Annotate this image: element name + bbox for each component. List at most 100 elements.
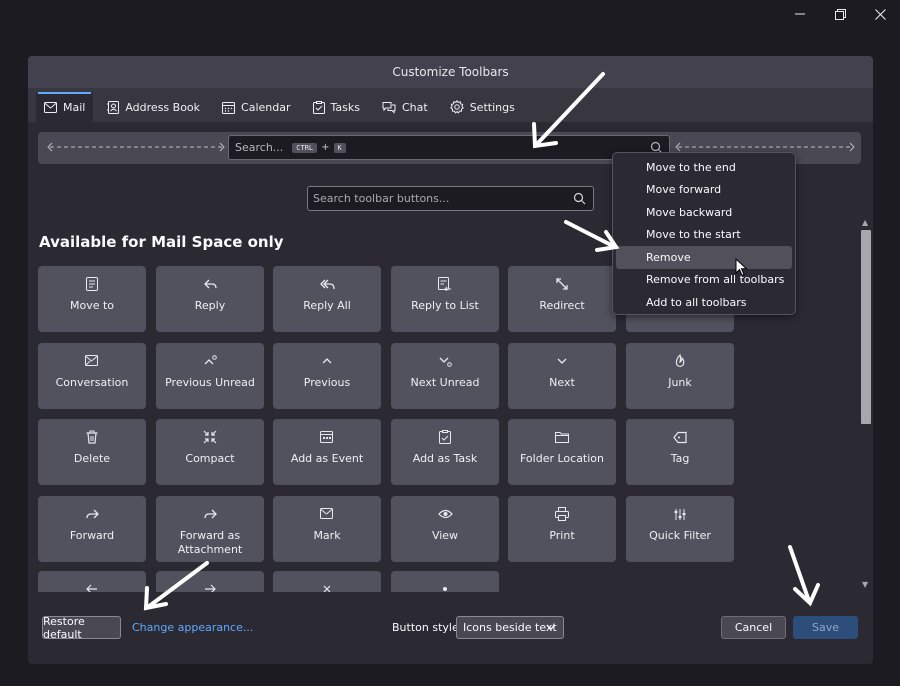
tile-label: Compact — [185, 452, 235, 465]
calendar-icon — [222, 101, 236, 114]
toolbar-button-tile[interactable] — [391, 571, 499, 592]
forward-attachment-icon — [203, 506, 217, 522]
toolbar-button-tile[interactable]: Delete — [38, 419, 146, 485]
eye-icon — [437, 506, 453, 522]
tag-icon — [673, 429, 687, 445]
toolbar-button-tile[interactable]: View — [391, 496, 499, 562]
toolbar-button-tile[interactable]: Move to — [38, 266, 146, 332]
mark-icon — [320, 506, 334, 522]
filter-placeholder: Search toolbar buttons... — [313, 192, 450, 205]
tasks-icon — [312, 100, 325, 114]
search-placeholder: Search... — [235, 141, 284, 154]
cancel-button[interactable]: Cancel — [721, 616, 786, 639]
toolbar-button-tile[interactable]: Compact — [156, 419, 264, 485]
scroll-thumb[interactable] — [861, 230, 871, 424]
change-appearance-link[interactable]: Change appearance... — [132, 621, 253, 634]
grid-scrollbar[interactable]: ▲ ▼ — [859, 218, 873, 592]
toolbar-button-tile[interactable]: Folder Location — [508, 419, 616, 485]
tab-tasks[interactable]: Tasks — [305, 92, 368, 122]
dot-icon — [442, 581, 448, 592]
tab-label: Calendar — [241, 100, 291, 114]
context-menu-item[interactable]: Remove from all toolbars — [616, 269, 792, 292]
context-menu-item[interactable]: Move forward — [616, 179, 792, 202]
window-controls — [780, 0, 900, 28]
redirect-icon — [555, 276, 569, 292]
scroll-up-icon[interactable]: ▲ — [862, 218, 868, 227]
toolbar-button-tile[interactable]: Forward as Attachment — [156, 496, 264, 562]
compact-icon — [203, 429, 217, 445]
button-style-select[interactable]: Icons beside text — [456, 616, 564, 639]
toolbar-button-tile[interactable]: Reply to List — [391, 266, 499, 332]
toolbar-button-tile[interactable]: Print — [508, 496, 616, 562]
toolbar-button-tile[interactable] — [273, 571, 381, 592]
address-book-icon — [107, 100, 120, 114]
tab-calendar[interactable]: Calendar — [214, 92, 298, 122]
tab-chat[interactable]: Chat — [374, 92, 436, 122]
toolbar-button-tile[interactable]: Previous Unread — [156, 343, 264, 409]
tab-settings[interactable]: Settings — [442, 92, 523, 122]
toolbar-button-tile[interactable] — [156, 571, 264, 592]
shortcut-key-k: K — [333, 142, 346, 153]
toolbar-buttons-search-input[interactable]: Search toolbar buttons... — [307, 186, 594, 211]
search-icon — [573, 192, 586, 205]
forward-icon — [85, 506, 99, 522]
restore-default-button[interactable]: Restore default — [42, 615, 121, 641]
chevron-up-icon — [321, 353, 333, 369]
restore-button[interactable] — [820, 0, 860, 28]
context-menu-item[interactable]: Add to all toolbars — [616, 291, 792, 314]
tile-label: Previous Unread — [165, 376, 255, 389]
tile-label: Reply to List — [411, 299, 479, 312]
previous-unread-icon — [203, 353, 217, 369]
toolbar-button-tile[interactable]: Add as Event — [273, 419, 381, 485]
gear-icon — [449, 100, 464, 114]
flexible-space-left[interactable] — [46, 140, 226, 154]
toolbar-button-tile[interactable]: Quick Filter — [626, 496, 734, 562]
tab-label: Tasks — [330, 100, 360, 114]
toolbar-button-tile[interactable]: Tag — [626, 419, 734, 485]
toolbar-button-tile[interactable]: Junk — [626, 343, 734, 409]
close-button[interactable] — [860, 0, 900, 28]
folder-icon — [555, 429, 569, 445]
reply-icon — [203, 276, 217, 292]
toolbar-button-tile[interactable]: Mark — [273, 496, 381, 562]
context-menu-item[interactable]: Move backward — [616, 201, 792, 224]
toolbar-button-tile[interactable]: Reply — [156, 266, 264, 332]
tile-label: Forward as Attachment — [177, 529, 243, 556]
tile-label: Reply — [194, 299, 226, 312]
toolbar-button-tile[interactable]: Reply All — [273, 266, 381, 332]
tab-address-book[interactable]: Address Book — [99, 92, 208, 122]
context-menu-item[interactable]: Move to the end — [616, 156, 792, 179]
toolbar-button-tile[interactable] — [38, 571, 146, 592]
restore-icon — [834, 8, 846, 20]
context-menu-item[interactable]: Move to the start — [616, 224, 792, 247]
sliders-icon — [673, 506, 687, 522]
tab-label: Chat — [401, 100, 428, 114]
move-to-icon — [86, 276, 98, 292]
button-style-value: Icons beside text — [463, 621, 557, 634]
mail-icon — [44, 101, 57, 113]
tile-label: Junk — [668, 376, 692, 389]
toolbar-button-tile[interactable]: Next Unread — [391, 343, 499, 409]
toolbar-button-tile[interactable]: Conversation — [38, 343, 146, 409]
context-menu-item[interactable]: Remove — [616, 246, 792, 269]
toolbar-button-tile[interactable]: Forward — [38, 496, 146, 562]
tab-mail[interactable]: Mail — [36, 92, 94, 122]
toolbar-button-tile[interactable]: Next — [508, 343, 616, 409]
toolbar-button-tile[interactable]: Previous — [273, 343, 381, 409]
toolbar-button-tile[interactable]: Add as Task — [391, 419, 499, 485]
shortcut-key-ctrl: CTRL — [292, 142, 318, 153]
toolbar-button-tile[interactable]: Redirect — [508, 266, 616, 332]
customize-toolbars-dialog: Customize Toolbars Mail Address Book Cal… — [28, 56, 873, 664]
tile-label: Next Unread — [410, 376, 480, 389]
tile-label: Next — [549, 376, 575, 389]
tile-label: Move to — [69, 299, 115, 312]
dialog-title: Customize Toolbars — [28, 56, 873, 88]
tile-label: Delete — [73, 452, 111, 465]
save-button[interactable]: Save — [793, 616, 858, 639]
unified-search-widget[interactable]: Search... CTRL + K — [228, 135, 670, 160]
scroll-down-icon[interactable]: ▼ — [862, 580, 868, 589]
reply-all-icon — [319, 276, 335, 292]
tile-label: Mark — [313, 529, 341, 542]
tile-label: Tag — [670, 452, 690, 465]
minimize-button[interactable] — [780, 0, 820, 28]
